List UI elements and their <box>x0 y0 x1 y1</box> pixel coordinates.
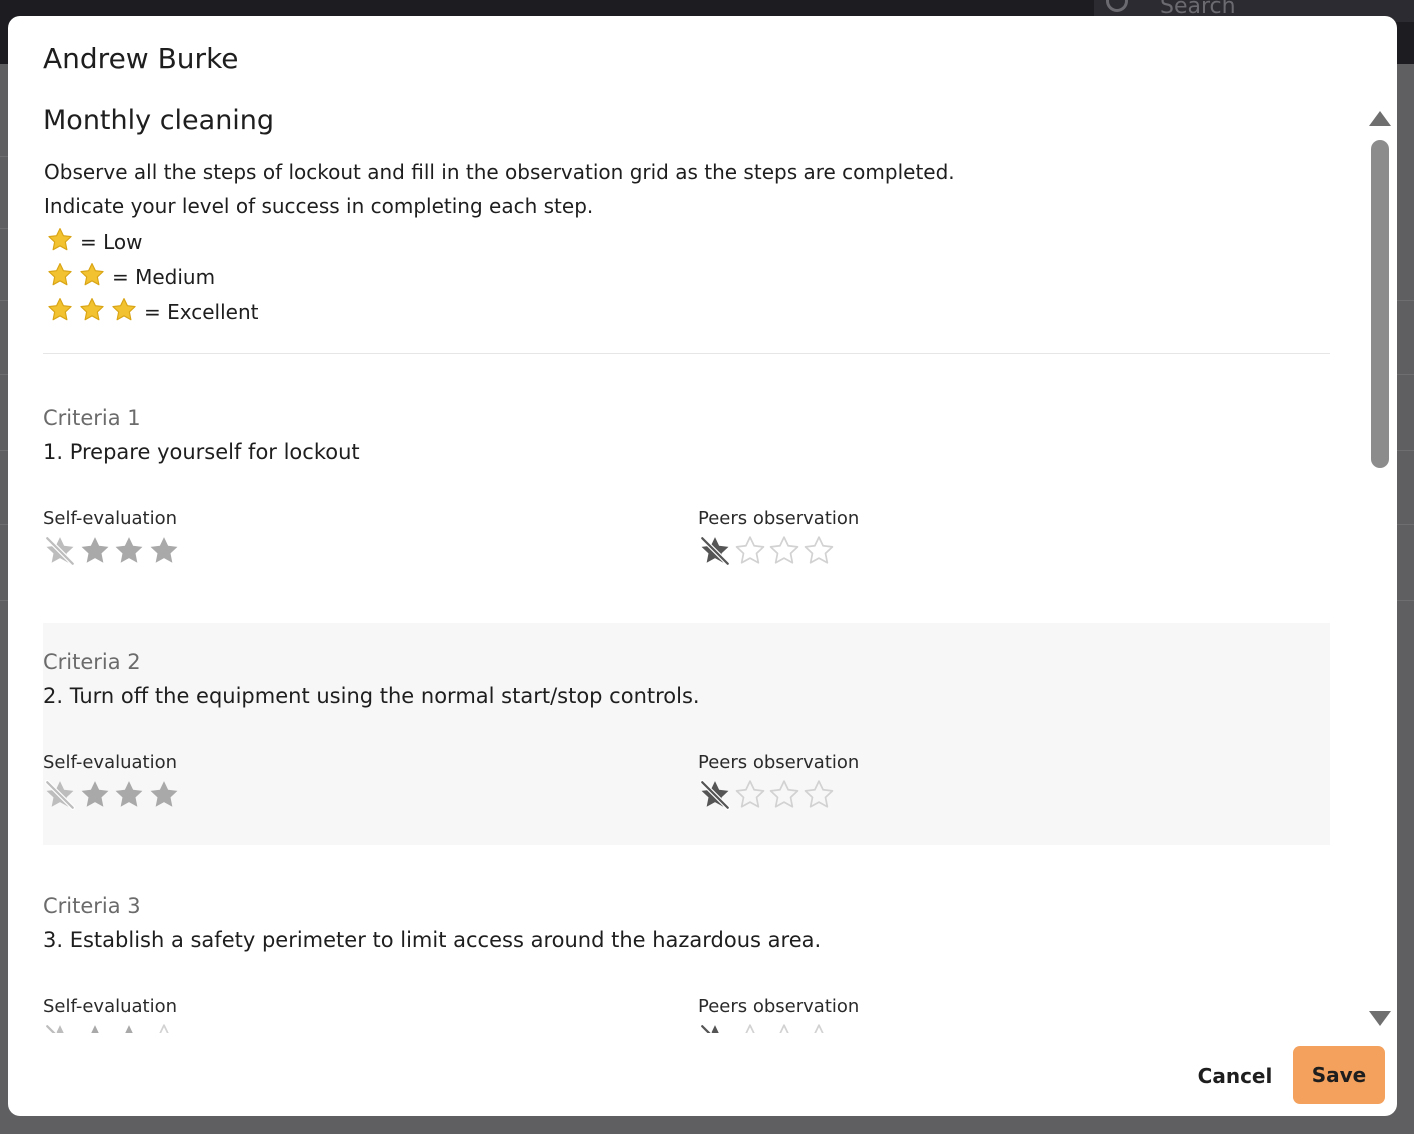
criteria-item: Criteria 3 3. Establish a safety perimet… <box>43 867 1330 1033</box>
rating-star-icon[interactable] <box>78 1022 112 1033</box>
star-icon <box>80 297 104 321</box>
criteria-title: Criteria 3 <box>43 894 141 918</box>
rating-star-icon[interactable] <box>767 778 801 812</box>
legend-stars <box>46 261 110 293</box>
no-rating-icon[interactable] <box>698 1022 732 1033</box>
evaluation-dialog: Andrew Burke Monthly cleaning Observe al… <box>8 16 1397 1116</box>
peers-observation-rating[interactable] <box>698 534 836 568</box>
self-evaluation-rating[interactable] <box>43 1022 181 1033</box>
peers-observation-rating[interactable] <box>698 778 836 812</box>
criteria-text: 3. Establish a safety perimeter to limit… <box>43 928 822 952</box>
rating-star-icon[interactable] <box>733 778 767 812</box>
star-icon <box>48 227 72 251</box>
rating-star-icon[interactable] <box>802 778 836 812</box>
peers-observation-label: Peers observation <box>698 508 860 529</box>
self-evaluation-label: Self-evaluation <box>43 752 178 773</box>
legend-label: = Low <box>80 230 143 254</box>
no-rating-icon[interactable] <box>698 778 732 812</box>
rating-star-icon[interactable] <box>112 534 146 568</box>
cancel-button[interactable]: Cancel <box>1191 1056 1279 1096</box>
criteria-text: 2. Turn off the equipment using the norm… <box>43 684 700 708</box>
save-button[interactable]: Save <box>1293 1046 1385 1104</box>
legend-excellent: = Excellent <box>46 297 258 327</box>
rating-star-icon[interactable] <box>112 1022 146 1033</box>
rating-star-icon[interactable] <box>733 534 767 568</box>
self-evaluation-rating[interactable] <box>43 778 181 812</box>
rating-star-icon[interactable] <box>78 778 112 812</box>
criteria-title: Criteria 2 <box>43 650 141 674</box>
self-evaluation-label: Self-evaluation <box>43 508 178 529</box>
legend-stars <box>46 296 142 328</box>
criteria-text: 1. Prepare yourself for lockout <box>43 440 360 464</box>
no-rating-icon[interactable] <box>698 534 732 568</box>
criteria-item: Criteria 1 1. Prepare yourself for locko… <box>43 379 1330 601</box>
rating-star-icon[interactable] <box>147 534 181 568</box>
star-icon <box>48 262 72 286</box>
legend-stars <box>46 226 78 258</box>
dialog-scroll-content[interactable]: Monthly cleaning Observe all the steps o… <box>43 102 1330 1033</box>
no-rating-icon[interactable] <box>43 778 77 812</box>
no-rating-icon[interactable] <box>43 534 77 568</box>
peers-observation-label: Peers observation <box>698 752 860 773</box>
criteria-item: Criteria 2 2. Turn off the equipment usi… <box>43 623 1330 845</box>
criteria-title: Criteria 1 <box>43 406 141 430</box>
peers-observation-rating[interactable] <box>698 1022 836 1033</box>
rating-star-icon[interactable] <box>733 1022 767 1033</box>
peers-observation-label: Peers observation <box>698 996 860 1017</box>
description-line: Indicate your level of success in comple… <box>44 194 594 218</box>
rating-star-icon[interactable] <box>147 778 181 812</box>
legend-label: = Excellent <box>144 300 259 324</box>
self-evaluation-rating[interactable] <box>43 534 181 568</box>
rating-star-icon[interactable] <box>802 534 836 568</box>
rating-star-icon[interactable] <box>112 778 146 812</box>
legend-label: = Medium <box>112 265 216 289</box>
rating-star-icon[interactable] <box>767 534 801 568</box>
star-icon <box>48 297 72 321</box>
scrollbar-thumb[interactable] <box>1371 140 1389 468</box>
rating-star-icon[interactable] <box>78 534 112 568</box>
dialog-title: Andrew Burke <box>43 42 239 75</box>
divider <box>43 353 1330 354</box>
legend-low: = Low <box>46 227 143 257</box>
self-evaluation-label: Self-evaluation <box>43 996 178 1017</box>
rating-star-icon[interactable] <box>767 1022 801 1033</box>
vertical-scrollbar[interactable] <box>1368 108 1392 1036</box>
rating-star-icon[interactable] <box>802 1022 836 1033</box>
search-icon <box>1106 0 1128 12</box>
form-title: Monthly cleaning <box>43 105 275 136</box>
scroll-up-arrow-icon[interactable] <box>1369 111 1391 126</box>
description-line: Observe all the steps of lockout and fil… <box>44 160 955 184</box>
legend-medium: = Medium <box>46 262 215 292</box>
no-rating-icon[interactable] <box>43 1022 77 1033</box>
star-icon <box>112 297 136 321</box>
scroll-down-arrow-icon[interactable] <box>1369 1011 1391 1026</box>
rating-star-icon[interactable] <box>147 1022 181 1033</box>
star-icon <box>80 262 104 286</box>
